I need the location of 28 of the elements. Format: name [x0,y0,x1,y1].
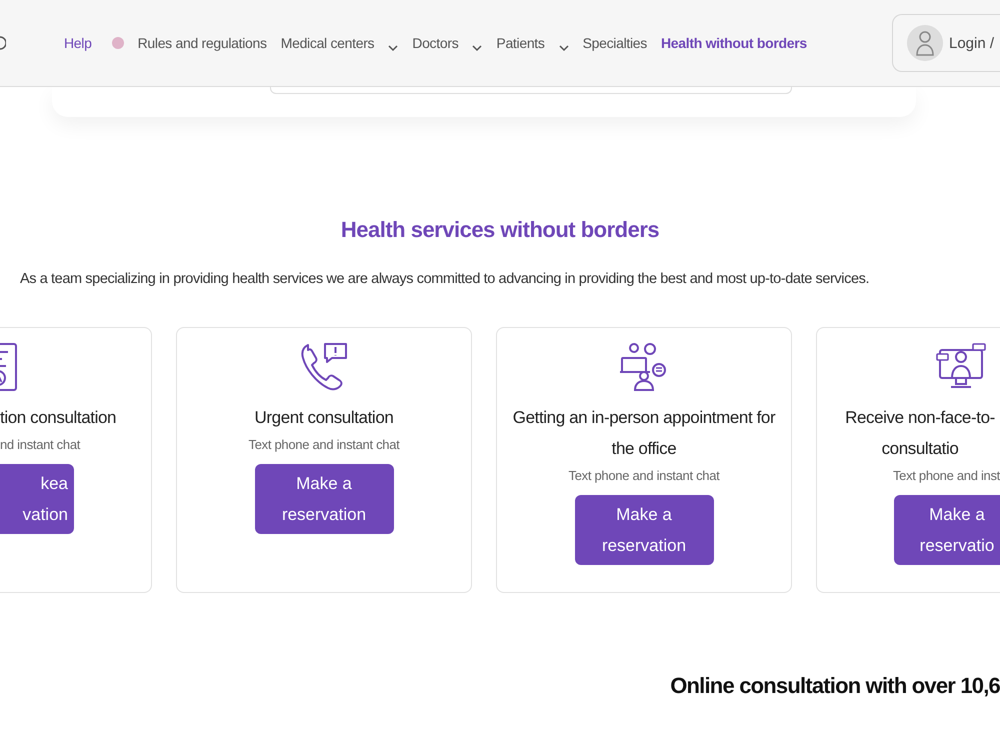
nav-link[interactable]: Medical centers [280,35,374,51]
reservation-button[interactable]: kea vation [0,464,74,534]
login-button[interactable]: Login / [892,14,1000,72]
reservation-button[interactable]: Make a reservation [254,464,394,534]
caret-icon[interactable] [388,44,398,52]
nav-link[interactable]: Rules and regulations [138,35,267,51]
nav-link[interactable]: Patients [496,35,545,51]
card-title: Urgent consultation [254,407,394,429]
people-meeting-icon [619,342,669,392]
section-heading: Online consultation with over 10,6 [669,673,1000,699]
card-subtitle: Text phone and instant chat [568,468,720,483]
reservation-button[interactable]: Make a reservation [574,495,714,565]
caret-icon[interactable] [472,44,482,52]
nav-link[interactable]: Help [64,35,92,51]
nav-link[interactable]: Doctors [412,35,458,51]
card-subtitle: nd instant chat [0,437,80,452]
section-title: Health services without borders [340,217,660,243]
intro-text: As a team specializing in providing health services we are always committed to advancing in providing the best and most up-to-date services. [20,271,870,287]
phone-icon [299,342,349,392]
nav-link[interactable]: Health without borders [661,35,807,51]
card-title: Getting an in-person appointment for the office [512,407,776,460]
card-title: tion consultation [0,407,116,429]
card-subtitle: Text phone and instant chat [248,437,400,452]
card-title: Receive non-face-to- consultatio [844,407,996,460]
nav-link[interactable]: Specialties [582,35,647,51]
card-subtitle: Text phone and inst [892,468,1000,483]
caret-icon[interactable] [558,44,569,52]
reservation-button[interactable]: Make a reservatio [894,495,1000,565]
